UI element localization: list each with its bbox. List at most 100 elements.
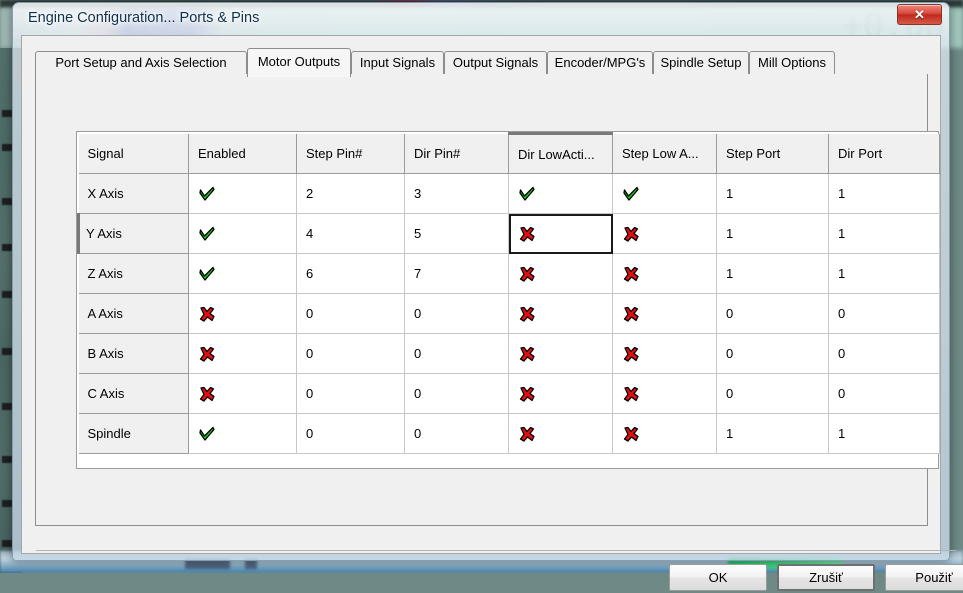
- cell-step-port[interactable]: 1: [717, 174, 829, 214]
- cell-dir-low-active[interactable]: [509, 174, 613, 214]
- cell-enabled[interactable]: [189, 414, 297, 454]
- cell-enabled[interactable]: [189, 294, 297, 334]
- table-row[interactable]: X Axis 23 11: [79, 174, 940, 214]
- cell-dir-port[interactable]: 1: [829, 414, 940, 454]
- close-icon[interactable]: ✕: [897, 4, 942, 25]
- cell-dir-low-active[interactable]: [509, 414, 613, 454]
- column-header-dir-pin[interactable]: Dir Pin#: [405, 134, 509, 174]
- tab-output-signals[interactable]: Output Signals: [444, 51, 547, 74]
- column-header-step-port[interactable]: Step Port: [717, 134, 829, 174]
- cell-step-port[interactable]: 0: [717, 294, 829, 334]
- red-cross-icon: [198, 306, 216, 324]
- title-bar[interactable]: Engine Configuration... Ports & Pins ✕: [12, 2, 950, 38]
- motor-outputs-grid[interactable]: SignalEnabledStep Pin#Dir Pin#Dir LowAct…: [76, 131, 939, 469]
- cell-dir-pin[interactable]: 3: [405, 174, 509, 214]
- cell-step-port[interactable]: 0: [717, 334, 829, 374]
- cell-step-low-active[interactable]: [613, 254, 717, 294]
- cell-dir-pin[interactable]: 0: [405, 294, 509, 334]
- cell-dir-low-active[interactable]: [509, 294, 613, 334]
- cell-enabled[interactable]: [189, 214, 297, 254]
- column-header-dir-lowacti[interactable]: Dir LowActi...: [509, 134, 613, 174]
- row-header-spindle[interactable]: Spindle: [79, 414, 189, 454]
- cell-dir-low-active[interactable]: [509, 214, 613, 254]
- cell-enabled[interactable]: [189, 174, 297, 214]
- table-row[interactable]: A Axis0000: [79, 294, 940, 334]
- red-cross-icon: [198, 346, 216, 364]
- tab-spindle-setup[interactable]: Spindle Setup: [653, 51, 749, 74]
- cell-dir-low-active[interactable]: [509, 374, 613, 414]
- table-row[interactable]: Z Axis 67 11: [79, 254, 940, 294]
- cell-step-low-active[interactable]: [613, 414, 717, 454]
- cell-step-port[interactable]: 1: [717, 214, 829, 254]
- ok-button[interactable]: OK: [669, 564, 767, 591]
- cell-dir-port[interactable]: 0: [829, 294, 940, 334]
- motor-outputs-table: SignalEnabledStep Pin#Dir Pin#Dir LowAct…: [77, 132, 940, 454]
- cell-dir-pin[interactable]: 5: [405, 214, 509, 254]
- cell-step-pin[interactable]: 0: [297, 294, 405, 334]
- column-header-signal[interactable]: Signal: [79, 134, 189, 174]
- red-cross-icon: [518, 306, 536, 324]
- cell-dir-port[interactable]: 1: [829, 214, 940, 254]
- cell-dir-port[interactable]: 1: [829, 174, 940, 214]
- cell-dir-low-active[interactable]: [509, 254, 613, 294]
- cell-step-pin[interactable]: 0: [297, 374, 405, 414]
- green-check-icon: [198, 226, 216, 244]
- cell-step-low-active[interactable]: [613, 294, 717, 334]
- row-header-x-axis[interactable]: X Axis: [79, 174, 189, 214]
- green-check-icon: [518, 186, 536, 204]
- cell-enabled[interactable]: [189, 254, 297, 294]
- cell-step-pin[interactable]: 2: [297, 174, 405, 214]
- cell-step-low-active[interactable]: [613, 174, 717, 214]
- row-header-z-axis[interactable]: Z Axis: [79, 254, 189, 294]
- red-cross-icon: [622, 306, 640, 324]
- cell-step-low-active[interactable]: [613, 374, 717, 414]
- cell-step-pin[interactable]: 0: [297, 414, 405, 454]
- cancel-button[interactable]: Zrušiť: [777, 564, 875, 591]
- cell-step-port[interactable]: 0: [717, 374, 829, 414]
- cell-dir-port[interactable]: 1: [829, 254, 940, 294]
- column-header-enabled[interactable]: Enabled: [189, 134, 297, 174]
- tab-input-signals[interactable]: Input Signals: [351, 51, 444, 74]
- row-header-b-axis[interactable]: B Axis: [79, 334, 189, 374]
- dialog-client-area: Port Setup and Axis SelectionMotor Outpu…: [21, 35, 941, 554]
- row-header-c-axis[interactable]: C Axis: [79, 374, 189, 414]
- cell-dir-pin[interactable]: 0: [405, 334, 509, 374]
- tab-port-setup-and-axis-selection[interactable]: Port Setup and Axis Selection: [35, 51, 247, 74]
- tab-encoder-mpg-s[interactable]: Encoder/MPG's: [547, 51, 653, 74]
- cell-step-port[interactable]: 1: [717, 414, 829, 454]
- column-header-step-pin[interactable]: Step Pin#: [297, 134, 405, 174]
- tab-page-motor-outputs: SignalEnabledStep Pin#Dir Pin#Dir LowAct…: [35, 74, 928, 526]
- cell-step-pin[interactable]: 0: [297, 334, 405, 374]
- table-header-row: SignalEnabledStep Pin#Dir Pin#Dir LowAct…: [79, 134, 940, 174]
- cell-step-pin[interactable]: 4: [297, 214, 405, 254]
- cell-step-pin[interactable]: 6: [297, 254, 405, 294]
- cell-dir-pin[interactable]: 0: [405, 414, 509, 454]
- table-row[interactable]: C Axis0000: [79, 374, 940, 414]
- cell-step-port[interactable]: 1: [717, 254, 829, 294]
- cell-step-low-active[interactable]: [613, 214, 717, 254]
- apply-button[interactable]: Použiť: [885, 564, 963, 591]
- column-header-step-low-a[interactable]: Step Low A...: [613, 134, 717, 174]
- red-cross-icon: [622, 426, 640, 444]
- table-row[interactable]: Y Axis 45 11: [79, 214, 940, 254]
- row-header-a-axis[interactable]: A Axis: [79, 294, 189, 334]
- cell-enabled[interactable]: [189, 374, 297, 414]
- tab-mill-options[interactable]: Mill Options: [749, 51, 835, 74]
- cell-dir-port[interactable]: 0: [829, 334, 940, 374]
- red-cross-icon: [622, 346, 640, 364]
- cell-dir-low-active[interactable]: [509, 334, 613, 374]
- cell-step-low-active[interactable]: [613, 334, 717, 374]
- cell-dir-pin[interactable]: 7: [405, 254, 509, 294]
- red-cross-icon: [518, 266, 536, 284]
- row-header-y-axis[interactable]: Y Axis: [79, 214, 189, 254]
- table-row[interactable]: Spindle 00 11: [79, 414, 940, 454]
- window-title: Engine Configuration... Ports & Pins: [28, 10, 259, 26]
- cell-dir-port[interactable]: 0: [829, 374, 940, 414]
- red-cross-icon: [518, 226, 536, 244]
- green-check-icon: [622, 186, 640, 204]
- column-header-dir-port[interactable]: Dir Port: [829, 134, 940, 174]
- table-row[interactable]: B Axis0000: [79, 334, 940, 374]
- cell-dir-pin[interactable]: 0: [405, 374, 509, 414]
- tab-motor-outputs[interactable]: Motor Outputs: [247, 48, 351, 77]
- cell-enabled[interactable]: [189, 334, 297, 374]
